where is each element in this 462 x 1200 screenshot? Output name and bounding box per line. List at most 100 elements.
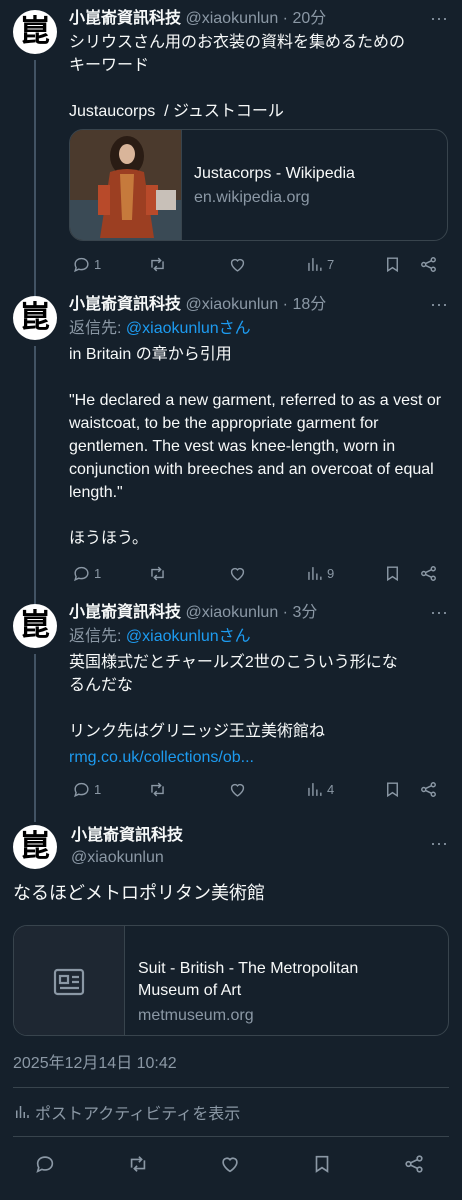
share-icon <box>405 1155 423 1173</box>
tweet-2[interactable]: 崑 小崑嵛資訊科技 @xiaokunlun · 18分 ··· 返信先: @xi… <box>0 290 462 600</box>
reply-to-link[interactable]: @xiaokunlunさん <box>126 320 251 337</box>
link-card[interactable]: Suit - British - The Metropolitan Museum… <box>13 925 449 1036</box>
share-icon <box>421 565 436 581</box>
tweet-1[interactable]: 崑 小崑嵛資訊科技 @xiaokunlun · 20分 ··· シリウスさん用の… <box>0 0 462 290</box>
tweet-text: 英国様式だとチャールズ2世のこういう形にな るんだな リンク先はグリニッジ王立美… <box>69 654 398 740</box>
post-time[interactable]: · 20分 <box>283 10 327 27</box>
views-icon <box>308 566 322 580</box>
author-handle[interactable]: @xiaokunlun <box>185 10 278 27</box>
tweet-text: なるほどメトロポリタン美術館 <box>13 883 265 903</box>
reply-prefix: 返信先: <box>69 628 126 645</box>
more-icon[interactable]: ··· <box>430 9 448 27</box>
like-button[interactable] <box>228 252 247 276</box>
link-card[interactable]: Justacorps - Wikipedia en.wikipedia.org <box>69 129 448 241</box>
share-button[interactable] <box>419 252 438 276</box>
share-button[interactable] <box>419 777 438 801</box>
author-name[interactable]: 小崑嵛資訊科技 <box>71 826 183 846</box>
tweet-link[interactable]: rmg.co.uk/collections/ob... <box>69 746 449 769</box>
card-thumbnail <box>14 926 124 1035</box>
divider <box>13 1087 449 1088</box>
reply-button[interactable]: 1 <box>72 777 101 801</box>
card-title: Justacorps - Wikipedia <box>194 165 355 182</box>
avatar[interactable]: 崑 <box>13 825 57 869</box>
card-thumbnail <box>70 130 181 240</box>
like-button[interactable] <box>219 1152 241 1176</box>
more-icon[interactable]: ··· <box>430 295 448 313</box>
author-name[interactable]: 小崑嵛資訊科技 <box>69 604 181 621</box>
views-count: 4 <box>327 781 335 797</box>
author-name[interactable]: 小崑嵛資訊科技 <box>69 10 181 27</box>
views-icon <box>16 1106 29 1118</box>
post-time[interactable]: · 18分 <box>283 296 327 313</box>
bookmark-button[interactable] <box>383 252 402 276</box>
tweet-text: シリウスさん用のお衣装の資料を集めるための キーワード Justaucorps … <box>69 34 406 120</box>
reply-button[interactable]: 1 <box>72 252 101 276</box>
retweet-button[interactable] <box>127 1152 149 1176</box>
tweet-header: 小崑嵛資訊科技 @xiaokunlun · 3分 <box>69 603 317 623</box>
reply-count: 1 <box>94 256 102 272</box>
share-icon <box>421 781 436 797</box>
share-button[interactable] <box>403 1152 425 1176</box>
timestamp[interactable]: 2025年12月14日 10:42 <box>13 1054 177 1074</box>
reply-button[interactable]: 1 <box>72 561 101 585</box>
action-bar: 1 4 <box>69 777 444 801</box>
views-icon <box>308 782 322 796</box>
views-icon <box>308 257 322 271</box>
views-count: 7 <box>327 256 335 272</box>
author-handle[interactable]: @xiaokunlun <box>185 296 278 313</box>
retweet-icon <box>151 257 164 271</box>
bookmark-icon <box>387 565 398 581</box>
bookmark-button[interactable] <box>383 777 402 801</box>
article-icon <box>53 968 85 995</box>
reply-to-link[interactable]: @xiaokunlunさん <box>126 628 251 645</box>
author-name[interactable]: 小崑嵛資訊科技 <box>69 296 181 313</box>
like-icon <box>230 783 245 797</box>
author-handle[interactable]: @xiaokunlun <box>185 604 278 621</box>
reply-icon <box>36 1156 54 1173</box>
share-button[interactable] <box>419 561 438 585</box>
post-activity-label: ポストアクティビティを表示 <box>35 1106 241 1123</box>
card-divider <box>124 926 125 1035</box>
views-count: 9 <box>327 565 335 581</box>
card-divider <box>181 130 182 240</box>
reply-button[interactable] <box>34 1152 56 1176</box>
avatar[interactable]: 崑 <box>13 604 57 648</box>
avatar[interactable]: 崑 <box>13 296 57 340</box>
post-activity-link[interactable]: ポストアクティビティを表示 <box>13 1101 240 1123</box>
reply-count: 1 <box>94 565 102 581</box>
retweet-icon <box>130 1156 146 1172</box>
views-button[interactable]: 4 <box>305 777 334 801</box>
views-button[interactable]: 9 <box>305 561 334 585</box>
retweet-icon <box>151 566 164 580</box>
like-icon <box>222 1157 238 1173</box>
card-domain: en.wikipedia.org <box>194 189 310 206</box>
bookmark-icon <box>387 781 398 797</box>
card-domain: metmuseum.org <box>138 1007 254 1024</box>
like-icon <box>230 567 245 581</box>
retweet-button[interactable] <box>148 777 167 801</box>
bookmark-icon <box>315 1155 329 1173</box>
action-bar: 1 9 <box>69 561 444 585</box>
more-icon[interactable]: ··· <box>430 834 448 852</box>
reply-to: 返信先: @xiaokunlunさん <box>69 627 251 647</box>
like-icon <box>230 258 245 272</box>
tweet-header: 小崑嵛資訊科技 @xiaokunlun · 18分 <box>69 295 326 315</box>
retweet-button[interactable] <box>148 252 167 276</box>
more-icon[interactable]: ··· <box>430 603 448 621</box>
like-button[interactable] <box>228 561 247 585</box>
bookmark-button[interactable] <box>383 561 402 585</box>
reply-icon <box>74 257 89 272</box>
bookmark-button[interactable] <box>311 1152 333 1176</box>
action-bar: 1 7 <box>69 252 444 276</box>
avatar[interactable]: 崑 <box>13 10 57 54</box>
post-time[interactable]: · 3分 <box>283 604 318 621</box>
tweet-3[interactable]: 崑 小崑嵛資訊科技 @xiaokunlun · 3分 ··· 返信先: @xia… <box>0 600 462 815</box>
card-title: Suit - British - The Metropolitan Museum… <box>138 960 359 999</box>
like-button[interactable] <box>228 777 247 801</box>
retweet-button[interactable] <box>148 561 167 585</box>
reply-prefix: 返信先: <box>69 320 126 337</box>
reply-icon <box>74 782 89 797</box>
reply-icon <box>74 566 89 581</box>
views-button[interactable]: 7 <box>305 252 334 276</box>
author-handle[interactable]: @xiaokunlun <box>71 848 164 868</box>
